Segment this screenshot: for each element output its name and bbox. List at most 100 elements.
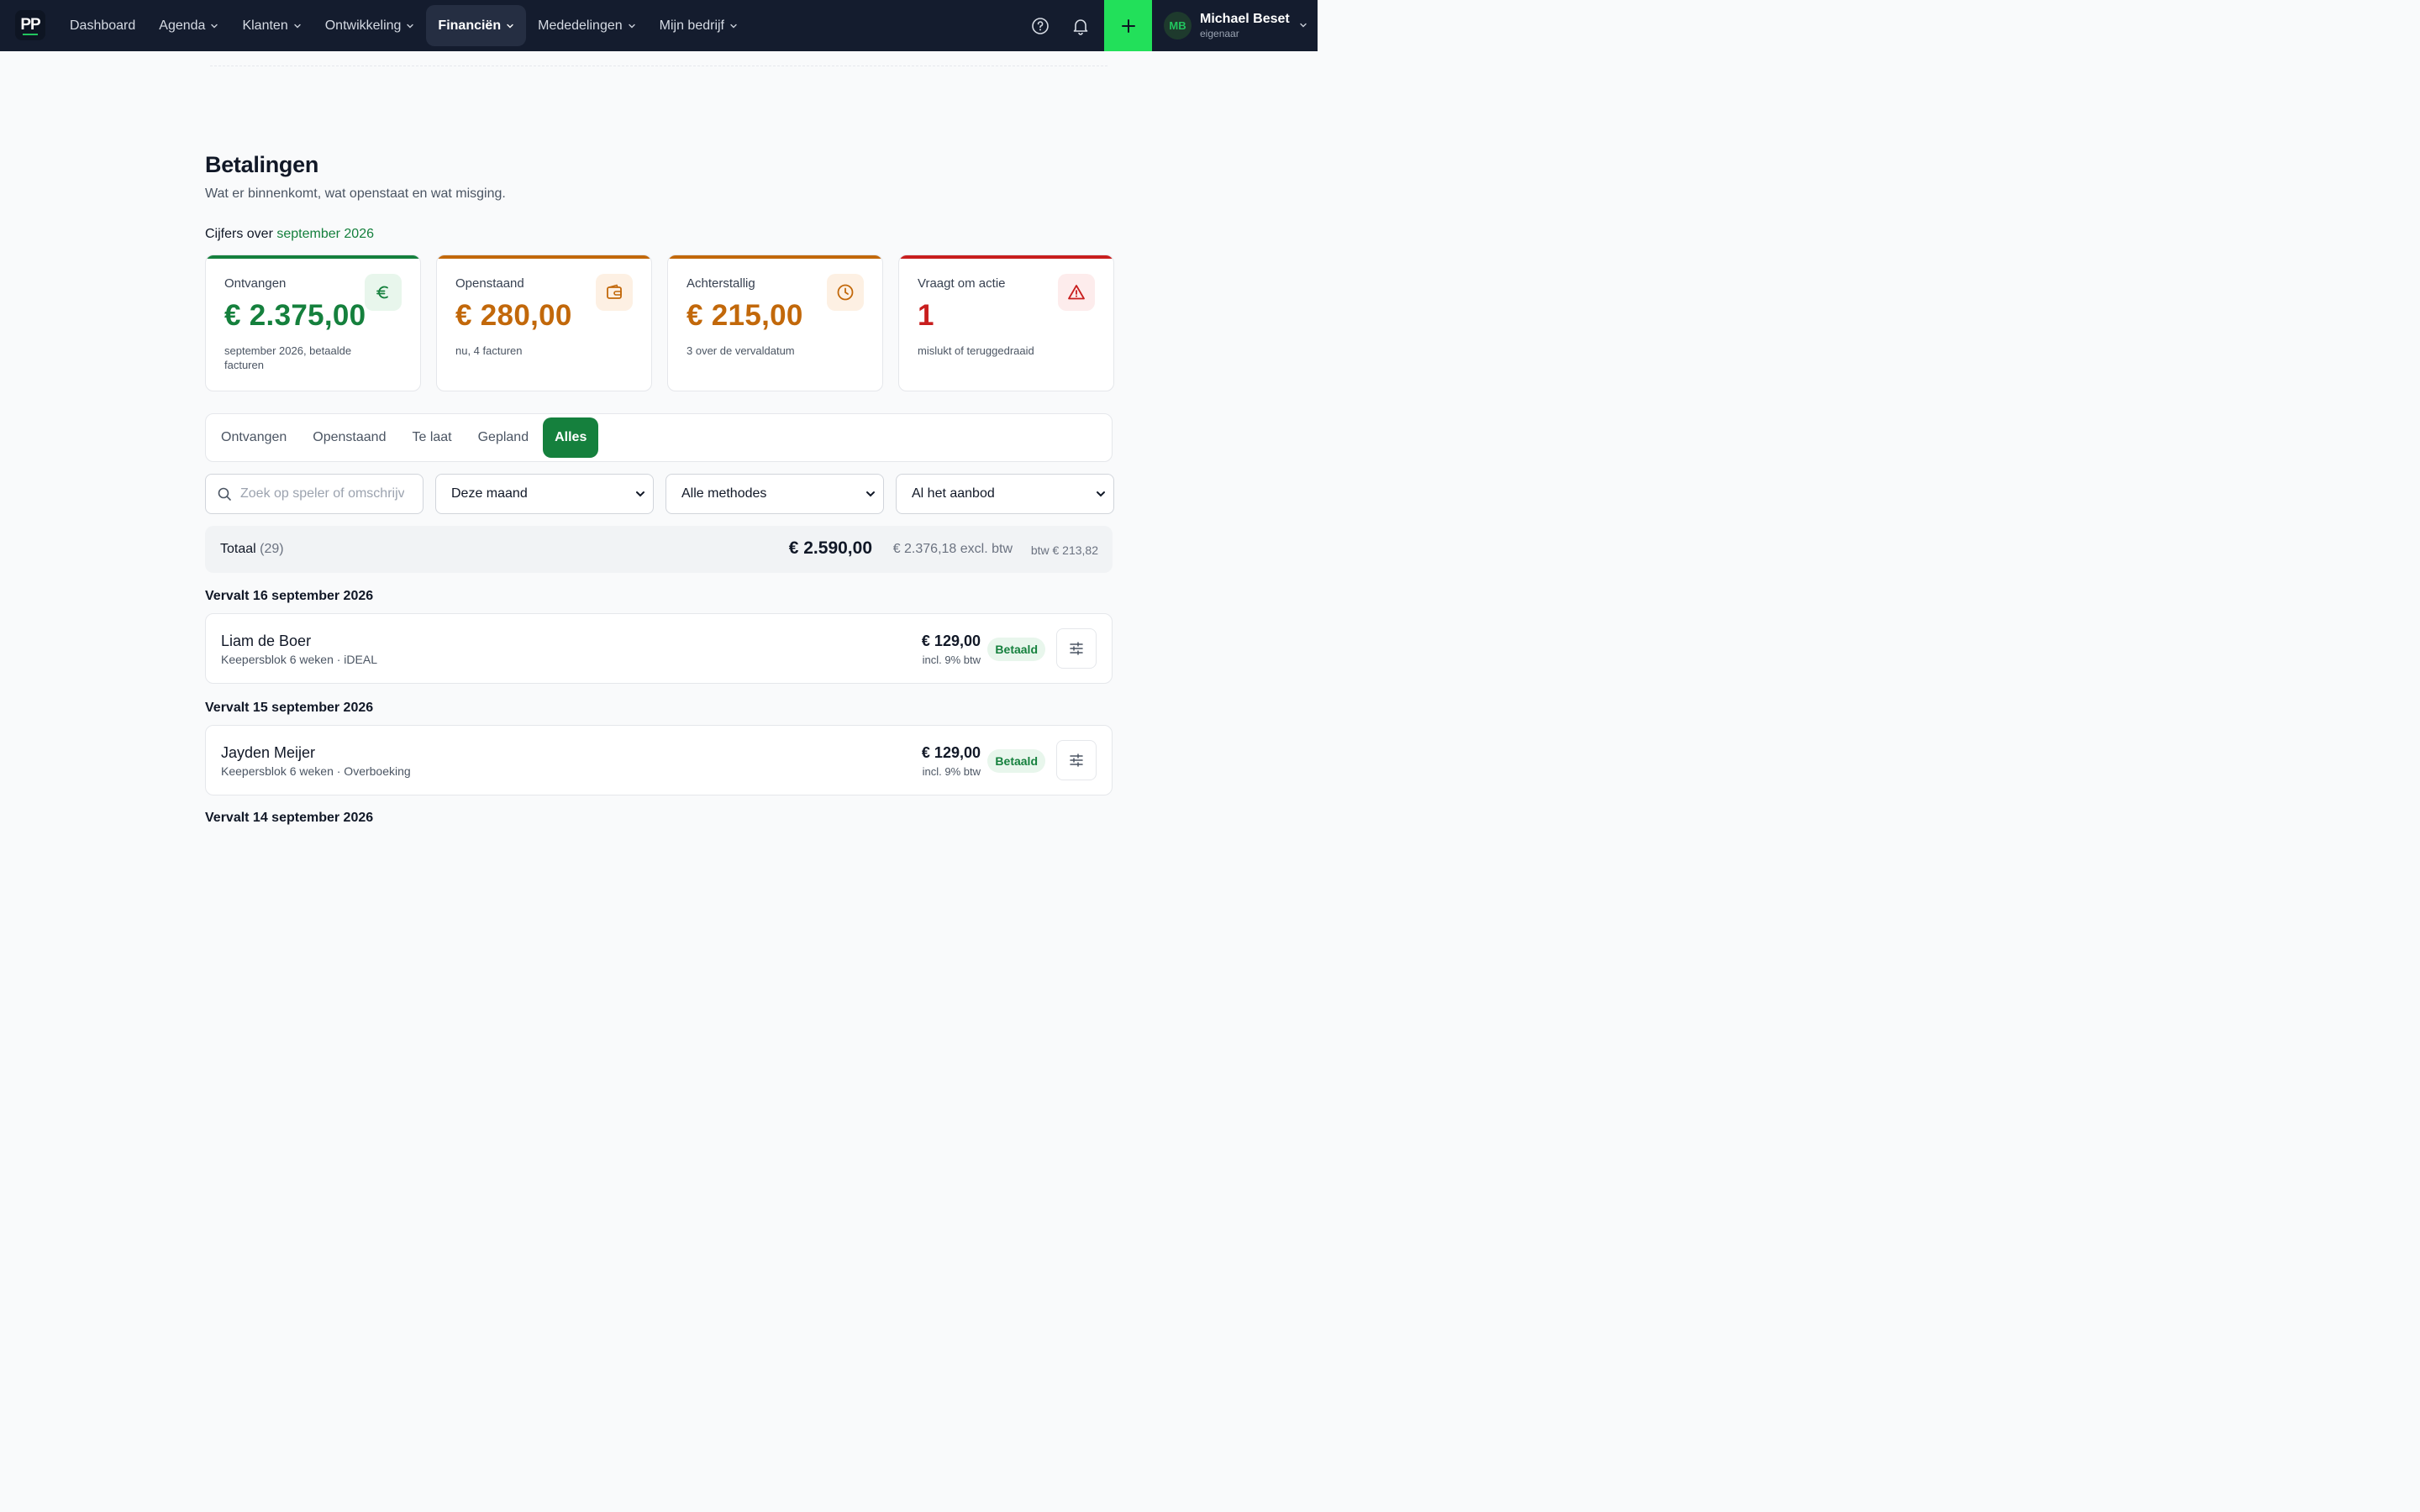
nav-item-klanten[interactable]: Klanten [230, 5, 313, 46]
total-excl-btw: € 2.376,18 excl. btw [892, 542, 1013, 556]
method-select-value: Alle methodes [681, 486, 767, 501]
tab-ontvangen[interactable]: Ontvangen [209, 417, 298, 458]
search-input[interactable] [240, 486, 404, 501]
nav-item-mededelingen[interactable]: Mededelingen [526, 5, 648, 46]
stat-label: Ontvangen [224, 276, 287, 291]
total-label: Totaal (29) [220, 542, 284, 557]
total-summary: Totaal (29) € 2.590,00 € 2.376,18 excl. … [205, 526, 1113, 573]
page-subtitle: Wat er binnenkomt, wat openstaat en wat … [205, 186, 506, 201]
status-tabs: Ontvangen Openstaand Te laat Gepland All… [205, 413, 1113, 462]
nav-item-label: Klanten [242, 18, 288, 33]
logo-text: PP [20, 16, 40, 34]
stat-value: € 2.375,00 [224, 299, 366, 332]
total-label-text: Totaal [220, 542, 256, 556]
chevron-down-icon [866, 491, 875, 497]
period-prefix: Cijfers over [205, 227, 273, 241]
card-accent-bar [437, 255, 651, 259]
nav-item-dashboard[interactable]: Dashboard [58, 5, 147, 46]
payment-amount: € 129,00 [921, 633, 981, 649]
chevron-down-icon [294, 24, 301, 28]
add-button[interactable] [1104, 0, 1152, 51]
wallet-icon [596, 274, 633, 311]
search-box [205, 474, 424, 514]
payment-description: Keepersblok 6 weken · Overboeking [221, 764, 411, 778]
clock-icon [827, 274, 864, 311]
chevron-down-icon [407, 24, 414, 28]
payment-btw: incl. 9% btw [922, 654, 981, 666]
sliders-icon [1070, 642, 1083, 655]
user-role: eigenaar [1200, 27, 1239, 39]
card-accent-bar [206, 255, 420, 259]
tab-gepland[interactable]: Gepland [466, 417, 541, 458]
nav-actions: MB Michael Beset eigenaar [1020, 0, 1318, 51]
payment-amount: € 129,00 [921, 744, 981, 761]
sliders-icon [1070, 753, 1083, 767]
avatar-initials: MB [1169, 19, 1186, 32]
chevron-down-icon [1300, 23, 1307, 28]
payment-player-name: Liam de Boer [221, 633, 312, 649]
payment-btw: incl. 9% btw [922, 765, 981, 778]
top-navigation: PP Dashboard Agenda Klanten Ontwikkeling… [0, 0, 1318, 51]
payment-options-button[interactable] [1056, 628, 1097, 669]
chevron-down-icon [730, 24, 737, 28]
help-button[interactable] [1020, 0, 1060, 51]
payment-row[interactable]: Liam de Boer Keepersblok 6 weken · iDEAL… [205, 613, 1113, 684]
stat-label: Achterstallig [687, 276, 755, 291]
period-selector[interactable]: september 2026 [276, 227, 374, 241]
stat-card-ontvangen[interactable]: Ontvangen € 2.375,00 september 2026, bet… [205, 255, 421, 391]
nav-item-label: Mijn bedrijf [659, 18, 724, 33]
nav-item-label: Dashboard [70, 18, 136, 33]
tab-te-laat[interactable]: Te laat [400, 417, 463, 458]
avatar: MB [1164, 12, 1192, 39]
stat-card-openstaand[interactable]: Openstaand € 280,00 nu, 4 facturen [436, 255, 652, 391]
nav-item-label: Financiën [438, 18, 502, 33]
group-heading: Vervalt 16 september 2026 [205, 589, 374, 603]
stat-cards: Ontvangen € 2.375,00 september 2026, bet… [205, 255, 1114, 391]
stat-value: 1 [918, 299, 934, 332]
card-accent-bar [668, 255, 882, 259]
warning-icon [1058, 274, 1095, 311]
stat-description: nu, 4 facturen [455, 344, 523, 357]
stat-description: 3 over de vervaldatum [687, 344, 795, 357]
total-btw: btw € 213,82 [1030, 543, 1098, 557]
chevron-down-icon [628, 24, 635, 28]
stat-value: € 280,00 [455, 299, 572, 332]
nav-item-agenda[interactable]: Agenda [147, 5, 230, 46]
stat-card-achterstallig[interactable]: Achterstallig € 215,00 3 over de vervald… [667, 255, 883, 391]
payment-options-button[interactable] [1056, 740, 1097, 780]
offer-select-value: Al het aanbod [912, 486, 995, 501]
period-select[interactable]: Deze maand [435, 474, 654, 514]
logo-underline [23, 34, 38, 35]
nav-item-mijn-bedrijf[interactable]: Mijn bedrijf [648, 5, 750, 46]
filter-bar: Deze maand Alle methodes Al het aanbod [205, 474, 1114, 514]
payment-row[interactable]: Jayden Meijer Keepersblok 6 weken · Over… [205, 725, 1113, 795]
user-menu[interactable]: MB Michael Beset eigenaar [1152, 0, 1318, 51]
nav-item-ontwikkeling[interactable]: Ontwikkeling [313, 5, 427, 46]
chevron-down-icon [1097, 491, 1105, 497]
status-badge: Betaald [987, 638, 1045, 661]
plus-icon [1121, 18, 1135, 33]
stat-value: € 215,00 [687, 299, 803, 332]
app-logo[interactable]: PP [15, 10, 45, 40]
stat-description: september 2026, betaalde facturen [224, 344, 352, 371]
offer-select[interactable]: Al het aanbod [896, 474, 1114, 514]
group-heading: Vervalt 15 september 2026 [205, 701, 374, 715]
stat-card-vraagt-om-actie[interactable]: Vraagt om actie 1 mislukt of teruggedraa… [898, 255, 1114, 391]
euro-icon [365, 274, 402, 311]
total-amount: € 2.590,00 [788, 538, 872, 558]
user-info: Michael Beset eigenaar [1200, 12, 1290, 40]
chevron-down-icon [211, 24, 218, 28]
group-heading: Vervalt 14 september 2026 [205, 811, 374, 825]
total-count: (29) [260, 542, 284, 556]
nav-item-financien[interactable]: Financiën [426, 5, 527, 46]
tab-alles[interactable]: Alles [543, 417, 599, 458]
notifications-button[interactable] [1060, 0, 1101, 51]
period-select-value: Deze maand [451, 486, 528, 501]
chevron-down-icon [636, 491, 644, 497]
bell-icon [1073, 18, 1088, 35]
stat-label: Openstaand [455, 276, 524, 291]
stat-label: Vraagt om actie [918, 276, 1006, 291]
status-badge: Betaald [987, 749, 1045, 773]
method-select[interactable]: Alle methodes [666, 474, 884, 514]
tab-openstaand[interactable]: Openstaand [301, 417, 397, 458]
